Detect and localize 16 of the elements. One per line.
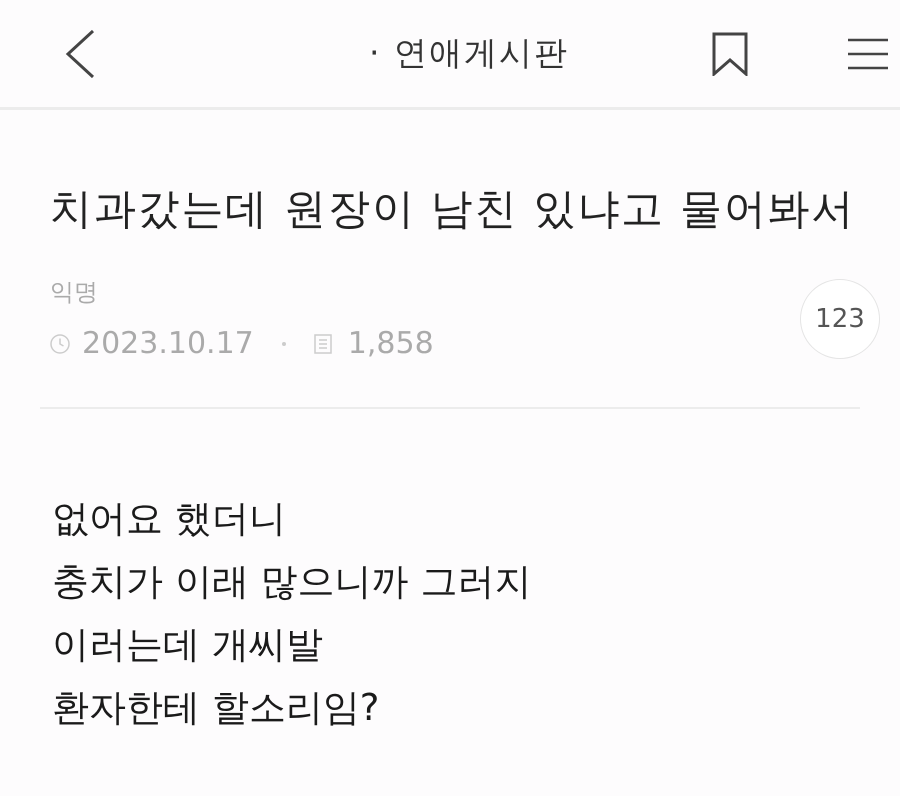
board-title: · 연애게시판 xyxy=(368,32,570,74)
view-count: 1,858 xyxy=(348,326,434,362)
comment-count-button[interactable]: 123 xyxy=(800,278,880,359)
author-name: 익명 xyxy=(50,277,99,308)
separator-dot-icon xyxy=(282,342,286,346)
post-body-line: 환자한테 할소리임? xyxy=(52,685,380,732)
post-body-line: 충치가 이래 많으니까 그러지 xyxy=(52,559,532,606)
post-title: 치과갔는데 원장이 남친 있냐고 물어봐서 xyxy=(50,184,856,234)
post-body-line: 이러는데 개씨발 xyxy=(52,622,324,668)
menu-icon xyxy=(848,38,888,70)
back-icon xyxy=(65,28,95,78)
document-icon xyxy=(314,334,332,354)
post-body-line: 없어요 했더니 xyxy=(52,496,287,542)
post-date: 2023.10.17 xyxy=(82,326,254,362)
bookmark-icon xyxy=(712,32,748,76)
clock-icon xyxy=(50,334,70,354)
